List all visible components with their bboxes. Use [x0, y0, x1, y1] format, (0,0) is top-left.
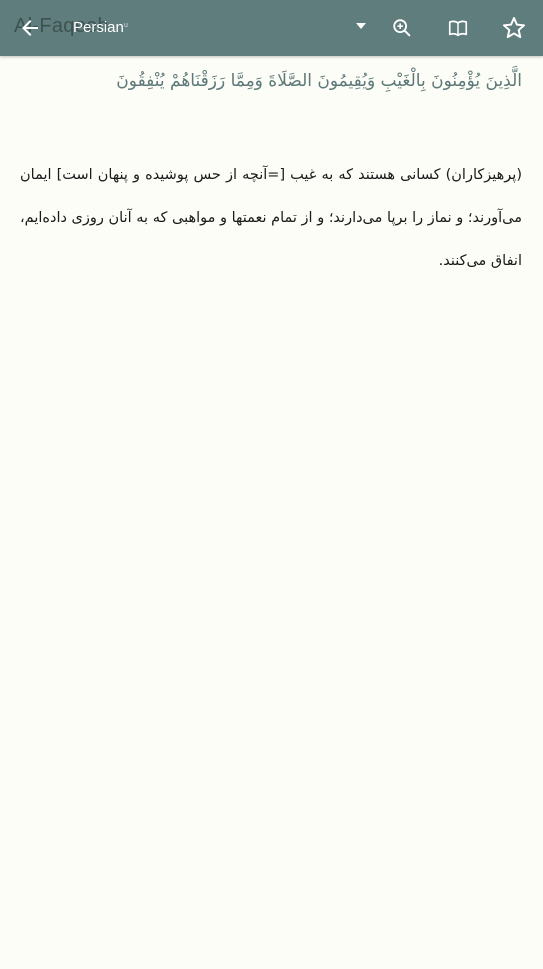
open-book-icon — [448, 20, 468, 37]
app-root: Al-Faqeeh u Persian الَّذِينَ يُؤْمِنُون… — [0, 0, 543, 969]
zoom-button[interactable] — [382, 8, 422, 48]
zoom-in-icon — [393, 19, 411, 37]
star-outline-icon — [502, 17, 526, 39]
back-button[interactable] — [10, 8, 50, 48]
arrow-left-icon — [22, 20, 38, 36]
app-bar: Al-Faqeeh u Persian — [0, 0, 543, 56]
verse-content: الَّذِينَ يُؤْمِنُونَ بِالْغَيْبِ وَيُقِ… — [0, 56, 543, 969]
language-selected-value: Persian — [73, 19, 124, 36]
persian-translation-text: (پرهیزکاران) کسانی هستند که به غیب [=آنچ… — [20, 167, 522, 269]
bookmark-button[interactable] — [494, 8, 534, 48]
arabic-verse-text: الَّذِينَ يُؤْمِنُونَ بِالْغَيْبِ وَيُقِ… — [116, 71, 522, 91]
caret-down-icon — [356, 23, 366, 29]
language-spinner[interactable]: Persian — [70, 13, 380, 43]
tafsir-button[interactable] — [438, 8, 478, 48]
